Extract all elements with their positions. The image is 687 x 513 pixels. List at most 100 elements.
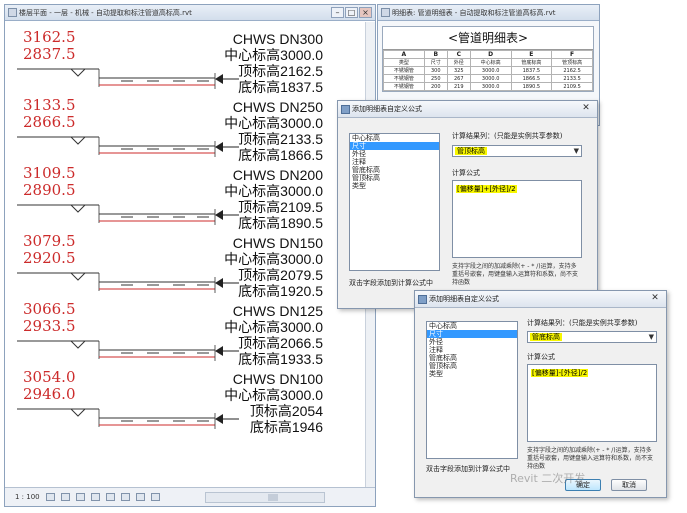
schedule-cell[interactable]: 1890.5 (510, 82, 553, 91)
plan-view-window[interactable]: 楼层平面 - 一层 - 机械 - 自动提取和标注管道高标高.rvt – □ × … (4, 4, 376, 507)
field-list-item[interactable]: 类型 (427, 370, 517, 378)
schedule-cell[interactable]: 2162.5 (551, 66, 593, 75)
field-list-item[interactable]: 管底标高 (350, 166, 439, 174)
schedule-cell[interactable]: 不锈钢管 (383, 66, 425, 75)
field-list-item[interactable]: 管底标高 (427, 354, 517, 362)
plan-window-titlebar[interactable]: 楼层平面 - 一层 - 机械 - 自动提取和标注管道高标高.rvt – □ × (5, 5, 375, 21)
dialog1-titlebar[interactable]: 添加明细表自定义公式 ✕ (338, 101, 597, 118)
pipe-symbol[interactable] (17, 199, 217, 229)
sun-path-icon[interactable] (75, 493, 85, 501)
pipe-tag[interactable]: CHWS DN250 中心标高3000.0 顶标高2133.5 底标高1866.5 (224, 99, 323, 163)
schedule-cell[interactable]: 类型 (383, 58, 425, 67)
schedule-cell[interactable]: 200 (423, 82, 448, 91)
reveal-hidden-icon[interactable] (150, 493, 160, 501)
schedule-cell[interactable]: 300 (423, 66, 448, 75)
pipe-tag[interactable]: CHWS DN125 中心标高3000.0 顶标高2066.5 底标高1933.5 (224, 303, 323, 367)
chevron-down-icon[interactable]: ▼ (574, 146, 579, 157)
pipe-tag[interactable]: CHWS DN150 中心标高3000.0 顶标高2079.5 底标高1920.5 (224, 235, 323, 299)
field-list-item[interactable]: 尺寸 (427, 330, 517, 338)
schedule-cell[interactable]: 中心标高 (469, 58, 512, 67)
dialog1-formula-text: [偏移量]+[外径]/2 (456, 185, 517, 193)
dialog2-result-combo[interactable]: 管底标高 ▼ (527, 331, 657, 343)
schedule-cell[interactable]: 管底标高 (510, 58, 553, 67)
schedule-cell[interactable]: 2109.5 (551, 82, 593, 91)
field-list-item[interactable]: 注释 (427, 346, 517, 354)
pipe-tag-name: CHWS DN200 (232, 167, 323, 183)
field-list-item[interactable]: 注释 (350, 158, 439, 166)
pipe-tag-center: 中心标高3000.0 (224, 47, 323, 63)
field-list-item[interactable]: 尺寸 (350, 142, 439, 150)
schedule-cell[interactable]: 管顶标高 (551, 58, 593, 67)
dialog2-formula-editor[interactable]: [偏移量]-[外径]/2 (527, 364, 657, 442)
schedule-cell[interactable]: 1837.5 (510, 66, 553, 75)
field-list-item[interactable]: 外径 (350, 150, 439, 158)
formula-dialog-1[interactable]: 添加明细表自定义公式 ✕ 中心标高 尺寸 外径 注释 管底标高 管顶标高 类型 双击字段添加… (337, 100, 598, 309)
schedule-cell[interactable]: 不锈钢管 (383, 82, 425, 91)
detail-level-icon[interactable] (45, 493, 55, 501)
pipe-symbol[interactable] (17, 63, 217, 93)
schedule-cell[interactable]: 250 (423, 74, 448, 83)
crop-view-icon[interactable] (105, 493, 115, 501)
horizontal-scrollbar[interactable] (205, 492, 325, 503)
dialog2-field-list[interactable]: 中心标高 尺寸 外径 注释 管底标高 管顶标高 类型 (426, 321, 518, 459)
schedule-table: A B C D E F 类型 尺寸 外径 中心标高 管底标高 管顶标高 不锈钢管 300 325 3000.0… (383, 50, 593, 91)
field-list-item[interactable]: 管顶标高 (350, 174, 439, 182)
field-list-item[interactable]: 外径 (427, 338, 517, 346)
show-crop-icon[interactable] (120, 493, 130, 501)
visual-style-icon[interactable] (60, 493, 70, 501)
field-list-item[interactable]: 中心标高 (350, 134, 439, 142)
pipe-tag[interactable]: CHWS DN200 中心标高3000.0 顶标高2109.5 底标高1890.5 (224, 167, 323, 231)
dialog1-result-combo[interactable]: 管顶标高 ▼ (452, 145, 582, 157)
schedule-cell[interactable]: D (469, 50, 512, 59)
schedule-cell[interactable]: 3000.0 (469, 74, 512, 83)
elevation-triangle-icon (69, 408, 87, 417)
elevation-triangle-icon (69, 204, 87, 213)
schedule-cell[interactable]: B (423, 50, 448, 59)
schedule-cell[interactable]: 1866.5 (510, 74, 553, 83)
pipe-tag-bottom: 底标高1837.5 (238, 79, 323, 95)
pipe-symbol[interactable] (17, 403, 217, 433)
pipe-bottom-elevation: 2837.5 (23, 45, 76, 63)
schedule-cell[interactable]: 219 (446, 82, 471, 91)
shadows-icon[interactable] (90, 493, 100, 501)
drawing-canvas[interactable]: 3162.5 2837.5 CHWS DN300 中心标高3000.0 顶标高2162.… (5, 22, 365, 488)
schedule-cell[interactable]: 3000.0 (469, 82, 512, 91)
pipe-tag[interactable]: CHWS DN300 中心标高3000.0 顶标高2162.5 底标高1837.5 (224, 31, 323, 95)
dialog1-field-list[interactable]: 中心标高 尺寸 外径 注释 管底标高 管顶标高 类型 (349, 133, 440, 271)
schedule-cell[interactable]: 外径 (446, 58, 471, 67)
schedule-cell[interactable]: 3000.0 (469, 66, 512, 75)
schedule-cell[interactable]: A (383, 50, 425, 59)
schedule-cell[interactable]: E (510, 50, 553, 59)
schedule-cell[interactable]: 267 (446, 74, 471, 83)
restore-button[interactable]: □ (345, 7, 358, 18)
schedule-cell[interactable]: F (551, 50, 593, 59)
schedule-table-area: <管道明细表> A B C D E F 类型 尺寸 外径 中心标高 管底标高 管顶标高 不锈钢管 300 3… (382, 26, 594, 92)
pipe-tag[interactable]: CHWS DN100 中心标高3000.0 顶标高2054 底标高1946 (224, 371, 323, 435)
dialog1-formula-editor[interactable]: [偏移量]+[外径]/2 (452, 180, 582, 258)
schedule-cell[interactable]: 325 (446, 66, 471, 75)
schedule-cell[interactable]: C (446, 50, 471, 59)
field-list-item[interactable]: 类型 (350, 182, 439, 190)
dialog2-close-icon[interactable]: ✕ (648, 293, 662, 305)
field-list-item[interactable]: 中心标高 (427, 322, 517, 330)
temporary-hide-icon[interactable] (135, 493, 145, 501)
schedule-cell[interactable]: 2133.5 (551, 74, 593, 83)
pipe-top-elevation: 3066.5 (23, 300, 76, 318)
pipe-symbol[interactable] (17, 131, 217, 161)
dialog2-titlebar[interactable]: 添加明细表自定义公式 ✕ (415, 291, 666, 308)
schedule-window-titlebar[interactable]: 明细表: 管道明细表 - 自动提取和标注管道高标高.rvt (378, 5, 599, 21)
field-list-item[interactable]: 管顶标高 (427, 362, 517, 370)
horizontal-scroll-thumb[interactable] (268, 494, 278, 501)
pipe-symbol[interactable] (17, 267, 217, 297)
chevron-down-icon[interactable]: ▼ (649, 332, 654, 343)
formula-dialog-2[interactable]: 添加明细表自定义公式 ✕ 中心标高 尺寸 外径 注释 管底标高 管顶标高 类型 双击字段添加… (414, 290, 667, 498)
dialog1-close-icon[interactable]: ✕ (579, 103, 593, 115)
scale-readout[interactable]: 1 : 100 (15, 493, 40, 501)
pipe-symbol[interactable] (17, 335, 217, 365)
close-button[interactable]: × (359, 7, 372, 18)
cancel-button[interactable]: 取消 (611, 479, 647, 491)
schedule-cell[interactable]: 尺寸 (423, 58, 448, 67)
schedule-cell[interactable]: 不锈钢管 (383, 74, 425, 83)
minimize-button[interactable]: – (331, 7, 344, 18)
elevation-triangle-icon (69, 272, 87, 281)
